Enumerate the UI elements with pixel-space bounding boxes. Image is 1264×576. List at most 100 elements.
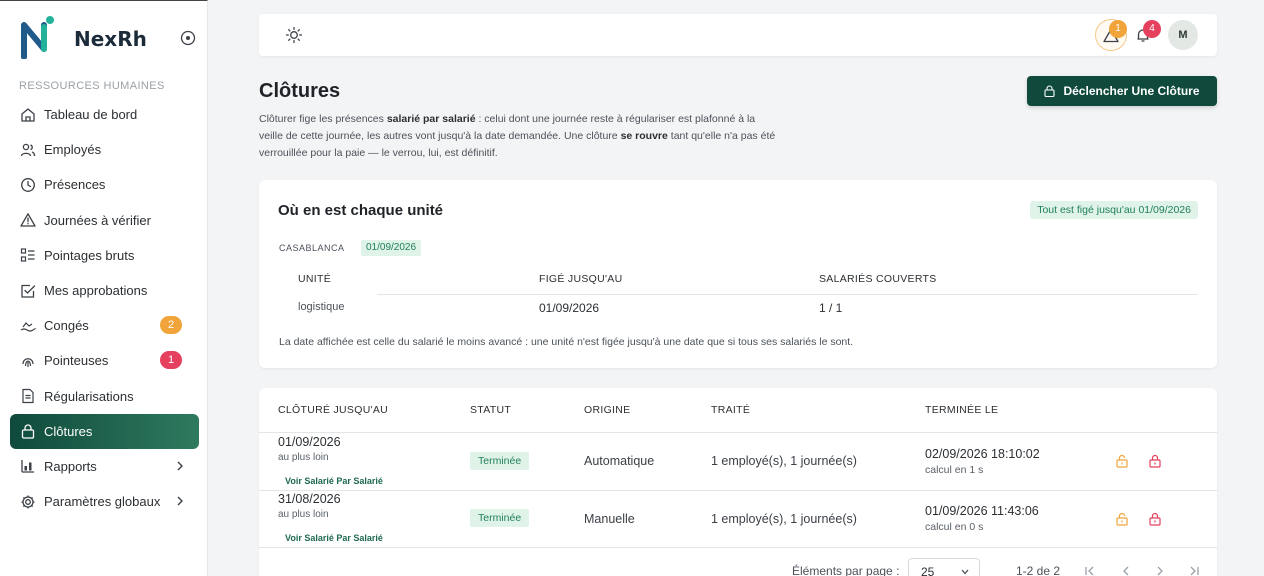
closure-until-date: 31/08/2026 xyxy=(278,492,341,506)
sidebar-item-label: Mes approbations xyxy=(44,283,148,299)
closure-until-sub: au plus loin xyxy=(278,452,329,463)
pointeuses-count-badge: 1 xyxy=(160,351,182,370)
closure-origin: Automatique xyxy=(584,454,655,468)
unit-frozen-date: 01/09/2026 xyxy=(539,301,600,315)
units-header-unit: UNITÉ xyxy=(298,273,331,285)
col-header-status: STATUT xyxy=(470,404,512,416)
city-label: CASABLANCA xyxy=(279,243,345,253)
closure-duration: calcul en 0 s xyxy=(925,521,984,533)
closure-ended-at: 01/09/2026 11:43:06 xyxy=(925,504,1039,518)
sidebar-item-clotures[interactable]: Clôtures xyxy=(10,413,199,449)
sidebar-item-regularisations[interactable]: Régularisations xyxy=(10,379,199,414)
sidebar-item-journees-a-verifier[interactable]: Journées à vérifier xyxy=(10,203,199,238)
sidebar-item-label: Paramètres globaux xyxy=(44,494,161,510)
previous-page-icon[interactable] xyxy=(1119,564,1133,576)
lock-icon[interactable] xyxy=(1148,512,1162,526)
sidebar-item-employes[interactable]: Employés xyxy=(10,132,199,167)
sidebar-item-presences[interactable]: Présences xyxy=(10,167,199,202)
status-badge: Terminée xyxy=(470,452,530,470)
checkbox-icon xyxy=(21,284,36,298)
sidebar-item-conges[interactable]: Congés 2 xyxy=(10,308,199,343)
unit-covered-count: 1 / 1 xyxy=(819,301,843,315)
last-page-icon[interactable] xyxy=(1187,564,1201,576)
warnings-count-badge: 1 xyxy=(1109,20,1127,38)
sun-icon[interactable] xyxy=(285,26,303,44)
sidebar-item-label: Tableau de bord xyxy=(44,107,138,123)
user-avatar[interactable]: M xyxy=(1168,20,1198,50)
chevron-down-icon xyxy=(961,569,969,575)
unit-name: logistique xyxy=(298,301,345,313)
header-divider xyxy=(259,432,1217,433)
sidebar-item-pointages-bruts[interactable]: Pointages bruts xyxy=(10,238,199,273)
gear-icon xyxy=(21,495,35,509)
document-icon xyxy=(22,388,34,404)
units-header-covered: SALARIÉS COUVERTS xyxy=(819,273,937,285)
app-name: NexRh xyxy=(74,27,147,51)
units-header-frozen: FIGÉ JUSQU'AU xyxy=(539,273,623,285)
sidebar-collapse-icon[interactable] xyxy=(180,30,196,46)
status-badge: Terminée xyxy=(470,509,530,527)
page-range: 1-2 de 2 xyxy=(1016,564,1061,576)
fingerprint-icon xyxy=(22,358,34,367)
sidebar-item-label: Présences xyxy=(44,177,106,193)
row-divider xyxy=(259,490,1217,491)
unlock-icon[interactable] xyxy=(1115,454,1129,468)
conges-count-badge: 2 xyxy=(160,316,182,335)
home-icon xyxy=(21,107,35,122)
col-header-ended: TERMINÉE LE xyxy=(925,404,999,416)
sidebar-item-label: Congés xyxy=(44,318,89,334)
sidebar-item-label: Rapports xyxy=(44,458,97,474)
nexrh-logo-icon xyxy=(21,16,54,59)
page-description: Clôturer fige les présences salarié par … xyxy=(259,111,779,162)
chart-icon xyxy=(21,460,34,474)
closure-until-date: 01/09/2026 xyxy=(278,435,341,449)
trigger-closure-label: Déclencher Une Clôture xyxy=(1063,84,1200,98)
clock-icon xyxy=(21,178,35,192)
closure-ended-at: 02/09/2026 18:10:02 xyxy=(925,447,1040,461)
closure-processed: 1 employé(s), 1 journée(s) xyxy=(711,512,857,526)
desc-text: Clôturer fige les présences xyxy=(259,113,387,125)
desc-emphasis: salarié par salarié xyxy=(386,113,476,125)
closures-table-card: CLÔTURÉ JUSQU'AU STATUT ORIGINE TRAITÉ T… xyxy=(259,388,1217,576)
sidebar-item-rapports[interactable]: Rapports xyxy=(10,449,199,484)
list-icon xyxy=(20,248,35,262)
page-title: Clôtures xyxy=(259,80,341,102)
col-header-origin: ORIGINE xyxy=(584,404,631,416)
trigger-closure-button[interactable]: Déclencher Une Clôture xyxy=(1027,76,1217,106)
chevron-right-icon xyxy=(177,496,183,506)
row-divider xyxy=(259,547,1217,548)
units-status-card: Où en est chaque unité Tout est figé jus… xyxy=(259,180,1217,368)
city-date-badge: 01/09/2026 xyxy=(361,240,422,256)
sidebar-item-pointeuses[interactable]: Pointeuses 1 xyxy=(10,343,199,378)
units-note: La date affichée est celle du salarié le… xyxy=(279,336,854,348)
col-header-processed: TRAITÉ xyxy=(711,404,751,416)
sidebar-item-parametres-globaux[interactable]: Paramètres globaux xyxy=(10,484,199,519)
lock-icon[interactable] xyxy=(1148,454,1162,468)
unlock-icon[interactable] xyxy=(1115,512,1129,526)
view-per-employee-link[interactable]: Voir Salarié Par Salarié xyxy=(285,533,383,543)
next-page-icon[interactable] xyxy=(1153,564,1167,576)
logo[interactable]: NexRh xyxy=(20,15,200,59)
sidebar-item-mes-approbations[interactable]: Mes approbations xyxy=(10,273,199,308)
closure-processed: 1 employé(s), 1 journée(s) xyxy=(711,454,857,468)
sidebar-item-label: Journées à vérifier xyxy=(44,212,151,228)
sidebar-item-label: Clôtures xyxy=(44,423,93,439)
sidebar-item-label: Pointeuses xyxy=(44,353,109,369)
topbar: 1 4 M xyxy=(259,14,1217,56)
lock-icon xyxy=(21,424,35,439)
sidebar: NexRh RESSOURCES HUMAINES Tableau de bor… xyxy=(0,0,208,576)
sidebar-section-label: RESSOURCES HUMAINES xyxy=(19,80,165,92)
sidebar-item-label: Employés xyxy=(44,142,102,158)
sidebar-item-label: Régularisations xyxy=(44,388,134,404)
units-card-title: Où en est chaque unité xyxy=(278,202,444,219)
closure-duration: calcul en 1 s xyxy=(925,464,984,476)
first-page-icon[interactable] xyxy=(1083,564,1097,576)
page-size-value: 25 xyxy=(921,565,935,576)
sidebar-item-tableau-de-bord[interactable]: Tableau de bord xyxy=(10,97,199,132)
desc-emphasis: se rouvre xyxy=(620,130,668,142)
users-icon xyxy=(20,143,36,156)
view-per-employee-link[interactable]: Voir Salarié Par Salarié xyxy=(285,476,383,486)
sidebar-nav: Tableau de bord Employés Présences Journ… xyxy=(10,97,199,519)
sidebar-item-label: Pointages bruts xyxy=(44,247,135,263)
page-size-select[interactable]: 25 xyxy=(908,558,980,576)
